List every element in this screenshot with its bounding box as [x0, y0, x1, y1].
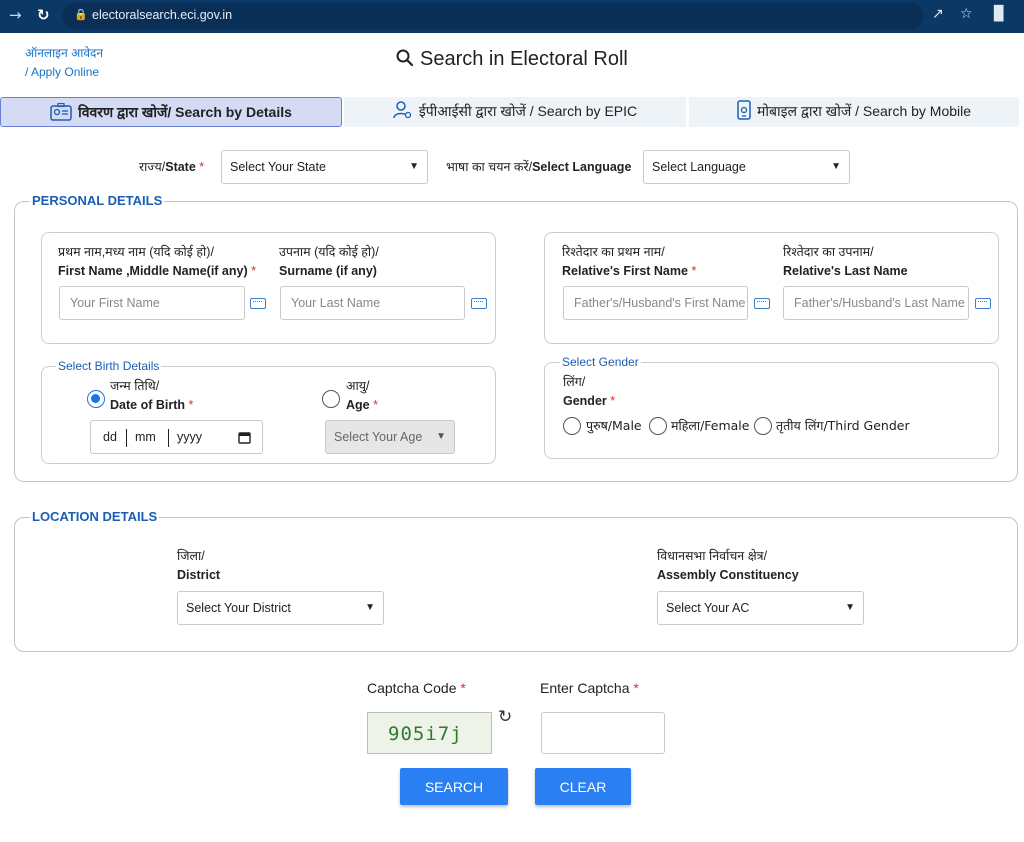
state-label: राज्य/State *	[139, 160, 205, 174]
birth-details-legend: Select Birth Details	[56, 359, 162, 373]
page-title: Search in Electoral Roll	[396, 48, 628, 71]
age-select-value: Select Your Age	[334, 430, 423, 444]
surname-input[interactable]	[280, 286, 465, 320]
gender-male-radio[interactable]	[563, 417, 581, 435]
address-bar[interactable]: 🔒 electoralsearch.eci.gov.in	[62, 3, 924, 29]
keyboard-icon[interactable]	[754, 298, 770, 309]
lock-icon: 🔒	[74, 8, 88, 21]
relative-first-name-input[interactable]	[563, 286, 748, 320]
side-panel-icon[interactable]: ▉	[994, 6, 1005, 22]
enter-captcha-label: Enter Captcha *	[540, 680, 639, 696]
tab-label: विवरण द्वारा खोजें/ Search by Details	[78, 104, 292, 120]
tab-label: ईपीआईसी द्वारा खोजें / Search by EPIC	[418, 103, 638, 119]
share-icon[interactable]: ↗	[932, 6, 944, 22]
dob-day[interactable]: dd	[103, 430, 117, 444]
tab-search-by-details[interactable]: विवरण द्वारा खोजें/ Search by Details	[0, 97, 342, 127]
search-icon	[396, 49, 414, 67]
apply-online-link[interactable]: ऑनलाइन आवेदन / Apply Online	[25, 44, 103, 82]
apply-online-hindi: ऑनलाइन आवेदन	[25, 46, 104, 60]
district-select-value: Select Your District	[186, 601, 291, 615]
chevron-down-icon: ▼	[845, 602, 855, 613]
keyboard-icon[interactable]	[471, 298, 487, 309]
mobile-phone-icon	[737, 100, 751, 120]
language-select[interactable]: Select Language ▼	[643, 150, 850, 184]
dob-month[interactable]: mm	[135, 430, 156, 444]
age-radio[interactable]	[322, 390, 340, 408]
relative-first-name-label: रिश्तेदार का प्रथम नाम/ Relative's First…	[562, 245, 697, 278]
first-name-label: प्रथम नाम,मध्य नाम (यदि कोई हो)/ First N…	[58, 245, 256, 278]
language-select-value: Select Language	[652, 160, 746, 174]
apply-online-text: / Apply Online	[25, 65, 100, 79]
gender-female-label: महिला/Female	[671, 418, 750, 433]
keyboard-icon[interactable]	[975, 298, 991, 309]
refresh-captcha-icon[interactable]: ↻	[498, 707, 512, 727]
personal-details-legend: PERSONAL DETAILS	[30, 193, 165, 208]
gender-label: लिंग/ Gender *	[563, 375, 616, 408]
language-label: भाषा का चयन करें/Select Language	[446, 160, 632, 174]
chevron-down-icon: ▼	[409, 161, 419, 172]
back-arrow-icon[interactable]: →	[9, 6, 22, 24]
date-separator	[126, 429, 127, 447]
state-select-value: Select Your State	[230, 160, 326, 174]
age-select[interactable]: Select Your Age ▼	[325, 420, 455, 454]
dob-year[interactable]: yyyy	[177, 430, 202, 444]
dob-radio[interactable]	[87, 390, 105, 408]
gender-third-radio[interactable]	[754, 417, 772, 435]
gender-female-radio[interactable]	[649, 417, 667, 435]
captcha-input[interactable]	[541, 712, 665, 754]
district-label: जिला/ District	[177, 549, 221, 582]
age-label: आयु/ Age *	[346, 379, 378, 412]
calendar-icon[interactable]	[238, 431, 251, 444]
bookmark-star-icon[interactable]: ☆	[960, 6, 973, 22]
browser-toolbar: → ↻ 🔒 electoralsearch.eci.gov.in ↗ ☆ ▉	[0, 0, 1024, 33]
gender-male-label: पुरुष/Male	[586, 418, 642, 433]
dob-input[interactable]: dd mm yyyy	[90, 420, 263, 454]
assembly-constituency-select[interactable]: Select Your AC ▼	[657, 591, 864, 625]
reload-icon[interactable]: ↻	[37, 6, 50, 24]
user-search-icon	[393, 101, 412, 119]
page-title-text: Search in Electoral Roll	[420, 48, 628, 70]
location-details-legend: LOCATION DETAILS	[30, 509, 160, 524]
state-select[interactable]: Select Your State ▼	[221, 150, 428, 184]
district-select[interactable]: Select Your District ▼	[177, 591, 384, 625]
relative-last-name-input[interactable]	[783, 286, 969, 320]
chevron-down-icon: ▼	[365, 602, 375, 613]
captcha-code-label: Captcha Code *	[367, 680, 466, 696]
assembly-constituency-label: विधानसभा निर्वाचन क्षेत्र/ Assembly Cons…	[657, 549, 799, 582]
gender-third-label: तृतीय लिंग/Third Gender	[776, 418, 910, 433]
chevron-down-icon: ▼	[436, 431, 446, 442]
clear-button[interactable]: CLEAR	[535, 768, 631, 805]
chevron-down-icon: ▼	[831, 161, 841, 172]
tab-label: मोबाइल द्वारा खोजें / Search by Mobile	[756, 103, 972, 119]
id-card-icon	[50, 102, 72, 121]
surname-label: उपनाम (यदि कोई हो)/ Surname (if any)	[279, 245, 379, 278]
tab-search-by-epic[interactable]: ईपीआईसी द्वारा खोजें / Search by EPIC	[344, 97, 686, 127]
captcha-image: 905i7j	[367, 712, 492, 754]
tab-search-by-mobile[interactable]: मोबाइल द्वारा खोजें / Search by Mobile	[689, 97, 1019, 127]
ac-select-value: Select Your AC	[666, 601, 750, 615]
search-button[interactable]: SEARCH	[400, 768, 508, 805]
keyboard-icon[interactable]	[250, 298, 266, 309]
first-name-input[interactable]	[59, 286, 245, 320]
date-separator	[168, 429, 169, 447]
gender-legend: Select Gender	[560, 355, 641, 369]
url-text: electoralsearch.eci.gov.in	[92, 8, 233, 22]
dob-label: जन्म तिथि/ Date of Birth *	[110, 379, 194, 412]
relative-last-name-label: रिश्तेदार का उपनाम/ Relative's Last Name	[783, 245, 908, 278]
location-details-fieldset	[14, 517, 1018, 652]
